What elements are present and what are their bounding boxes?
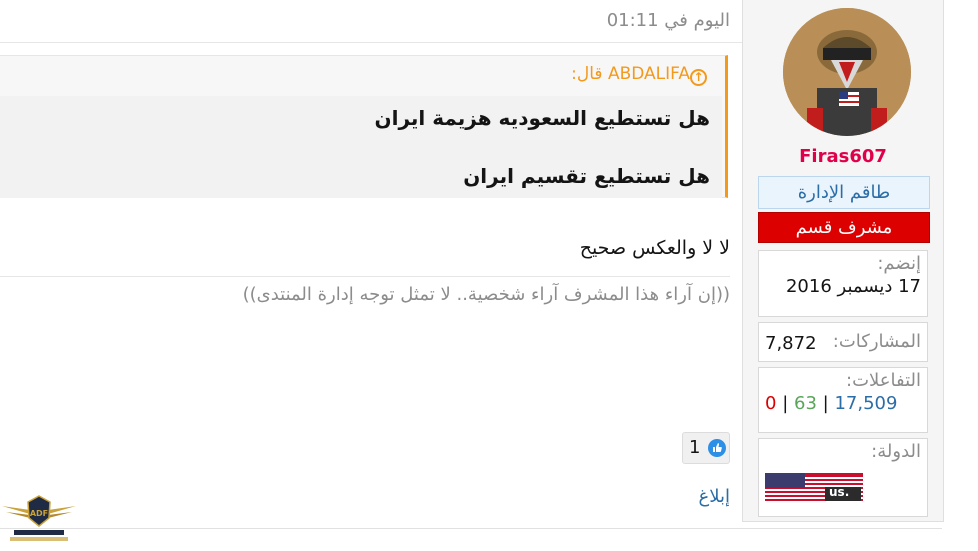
joined-value: 17 ديسمبر 2016: [785, 276, 921, 297]
reaction-count-negative: 0: [765, 393, 777, 414]
quote-body: هل تستطيع السعوديه هزيمة ايران هل تستطيع…: [0, 96, 722, 198]
reaction-count-neutral: 63: [794, 393, 817, 414]
reactions-stat: التفاعلات: 0 | 63 | 17,509: [758, 367, 928, 433]
staff-badge: طاقم الإدارة: [758, 176, 930, 209]
report-link[interactable]: إبلاغ: [699, 486, 731, 507]
country-stat: الدولة: .us: [758, 438, 928, 517]
quote-header[interactable]: ↑ABDALIFA قال:: [571, 64, 713, 92]
username-link[interactable]: Firas607: [743, 146, 943, 167]
country-label: الدولة:: [871, 441, 921, 462]
us-flag-icon: .us: [765, 473, 863, 501]
post-signature: ((إن آراء هذا المشرف آراء شخصية.. لا تمث…: [242, 284, 730, 305]
user-avatar[interactable]: [783, 8, 911, 136]
forum-logo: ADF: [0, 492, 78, 547]
quote-author[interactable]: ABDALIFA قال:: [571, 64, 690, 84]
reactions-values: 0 | 63 | 17,509: [765, 393, 921, 414]
moderator-badge: مشرف قسم: [758, 212, 930, 243]
signature-divider: [0, 276, 730, 277]
header-divider: [0, 42, 742, 43]
like-count: 1: [689, 437, 701, 458]
arrow-up-circle-icon[interactable]: ↑: [690, 69, 707, 86]
reaction-separator: |: [782, 393, 789, 414]
reaction-count-positive: 17,509: [834, 393, 898, 414]
post-reply-text: لا لا والعكس صحيح: [579, 237, 730, 259]
post-bottom-divider: [0, 528, 942, 529]
posts-label: المشاركات:: [832, 331, 921, 352]
quote-block: ↑ABDALIFA قال: هل تستطيع السعوديه هزيمة …: [0, 55, 728, 198]
posts-value[interactable]: 7,872: [765, 333, 817, 354]
quote-line-1: هل تستطيع السعوديه هزيمة ايران: [374, 106, 710, 130]
post-date[interactable]: اليوم في 01:11: [607, 10, 730, 31]
country-code: .us: [829, 485, 850, 499]
thumbs-up-icon: [708, 439, 726, 457]
reaction-separator: |: [822, 393, 829, 414]
joined-stat: إنضم: 17 ديسمبر 2016: [758, 250, 928, 317]
svg-text:ADF: ADF: [30, 509, 48, 518]
user-sidebar: Firas607 طاقم الإدارة مشرف قسم إنضم: 17 …: [742, 0, 944, 522]
posts-stat: المشاركات: 7,872: [758, 322, 928, 362]
quote-line-2: هل تستطيع تقسيم ايران: [463, 164, 710, 188]
joined-label: إنضم:: [877, 253, 921, 274]
reactions-label: التفاعلات:: [846, 370, 921, 391]
like-reaction-summary[interactable]: 1: [682, 432, 730, 464]
